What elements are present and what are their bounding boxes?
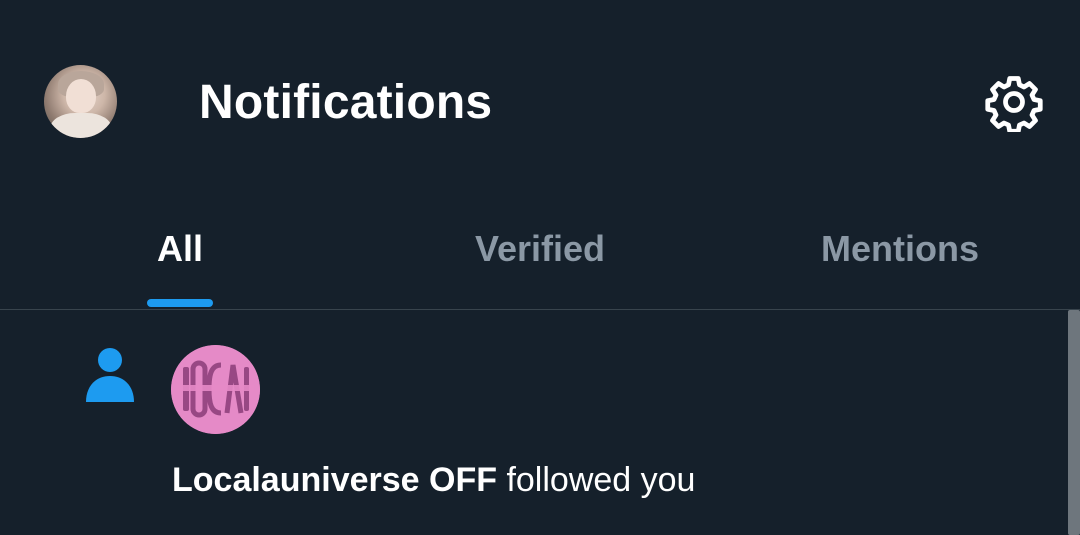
person-icon [84,348,136,404]
page-title: Notifications [199,76,493,129]
notification-item[interactable]: Localauniverse OFF followed you [0,310,1068,535]
header: Notifications [0,0,1080,200]
profile-avatar[interactable] [44,65,117,138]
tab-bar: All Verified Mentions [0,200,1080,309]
settings-button[interactable] [984,72,1044,134]
tab-all[interactable]: All [0,200,360,309]
notification-action: followed you [497,461,696,499]
notifications-screen: Notifications All Verified Mentions Loca… [0,0,1080,535]
tab-mentions-label: Mentions [821,228,979,269]
scrollbar[interactable] [1068,310,1080,535]
avatar-shirt [50,113,112,138]
tab-all-label: All [156,228,203,269]
notification-text: Localauniverse OFF followed you [172,459,695,501]
avatar-face [66,79,96,113]
tab-verified[interactable]: Verified [360,200,720,309]
follower-name[interactable]: Localauniverse OFF [172,461,497,499]
follower-avatar[interactable] [171,345,260,434]
active-tab-indicator [147,299,213,307]
gear-icon [985,76,1043,134]
tab-mentions[interactable]: Mentions [720,200,1080,309]
tab-verified-label: Verified [474,228,606,269]
